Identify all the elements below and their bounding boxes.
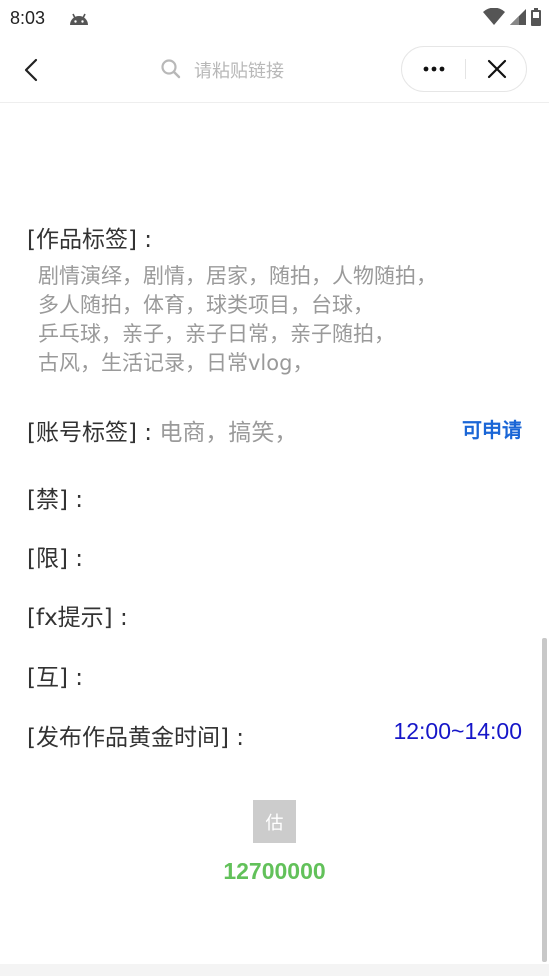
- status-icons: [483, 7, 541, 30]
- account-tags-row: [账号标签] : 电商，搞笑，: [27, 413, 297, 447]
- account-tags-label: [账号标签] :: [27, 420, 153, 446]
- work-tags-label: [作品标签] :: [27, 227, 153, 253]
- miniprogram-capsule: [401, 46, 527, 92]
- ban-label: [禁] :: [27, 487, 84, 513]
- mutual-label: [互] :: [27, 665, 84, 691]
- close-button[interactable]: [476, 53, 518, 85]
- search-bar: [160, 56, 376, 86]
- estimate-value: 12700000: [223, 858, 326, 884]
- cellular-signal-icon: [509, 8, 527, 30]
- estimate-button[interactable]: 估: [253, 800, 296, 843]
- work-tags-line: 乒乓球，亲子，亲子日常，亲子随拍，: [38, 322, 395, 346]
- status-bar: 8:03: [0, 0, 549, 38]
- search-input[interactable]: [192, 59, 376, 83]
- battery-icon: [531, 8, 541, 30]
- work-tags-line: 剧情演绎，剧情，居家，随拍，人物随拍，: [38, 264, 437, 288]
- capsule-divider: [465, 59, 466, 79]
- more-icon: [423, 66, 445, 72]
- search-icon: [160, 58, 182, 84]
- work-tags-line: 多人随拍，体育，球类项目，台球，: [38, 293, 374, 317]
- wifi-icon: [483, 7, 505, 30]
- account-tags-value: 电商，搞笑，: [159, 420, 298, 446]
- bottom-strip: [0, 964, 549, 976]
- work-tags-list: 剧情演绎，剧情，居家，随拍，人物随拍， 多人随拍，体育，球类项目，台球， 乒乓球…: [38, 262, 437, 378]
- more-button[interactable]: [412, 53, 456, 85]
- navigation-bar: [0, 38, 549, 103]
- scrollbar[interactable]: [542, 638, 547, 962]
- chevron-left-icon: [24, 58, 38, 82]
- fx-hint-label: [fx提示] :: [27, 605, 128, 631]
- apply-link[interactable]: 可申请: [462, 414, 522, 443]
- status-time: 8:03: [10, 8, 46, 28]
- limit-label: [限] :: [27, 546, 84, 572]
- android-icon: [68, 11, 90, 30]
- back-button[interactable]: [18, 56, 46, 84]
- work-tags-line: 古风，生活记录，日常vlog，: [38, 351, 314, 375]
- golden-time-value: 12:00~14:00: [393, 718, 522, 744]
- golden-time-label: [发布作品黄金时间] :: [27, 725, 245, 751]
- close-icon: [487, 59, 507, 79]
